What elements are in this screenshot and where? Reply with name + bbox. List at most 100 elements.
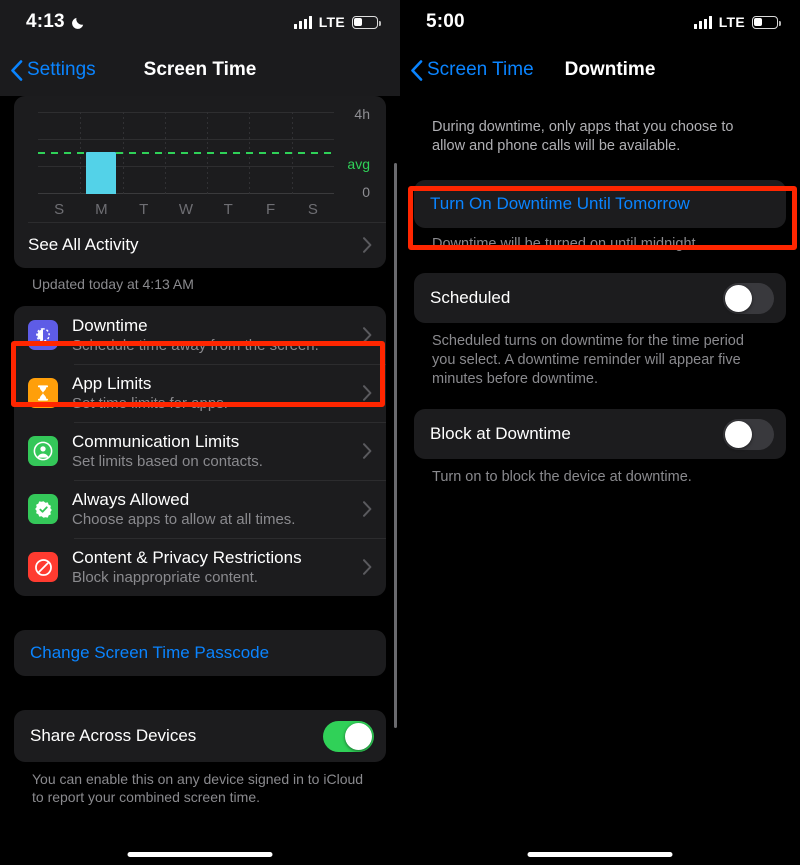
chart-baseline [38, 193, 334, 194]
block-at-downtime-label: Block at Downtime [430, 424, 571, 443]
prohibition-icon [28, 552, 58, 582]
chart-plot-area [38, 112, 334, 194]
row-text: Content & Privacy Restrictions Block ina… [72, 547, 363, 587]
chevron-left-icon [410, 59, 423, 81]
right-scroll-content[interactable]: During downtime, only apps that you choo… [400, 96, 800, 487]
scheduled-toggle[interactable] [723, 282, 774, 314]
chevron-left-icon [10, 59, 23, 81]
cellular-signal-icon [693, 15, 712, 29]
settings-row-title: Communication Limits [72, 432, 240, 451]
back-to-settings-button[interactable]: Settings [0, 59, 96, 81]
chart-ytick-min: 0 [362, 184, 370, 200]
block-at-downtime-toggle[interactable] [723, 418, 774, 450]
settings-row-subtitle: Set time limits for apps. [72, 395, 228, 412]
downtime-moon-icon [28, 320, 58, 350]
chart-xtick: M [95, 201, 108, 218]
battery-low-icon [352, 15, 381, 29]
share-across-devices-row: Share Across Devices [14, 710, 386, 762]
chevron-right-icon [363, 559, 372, 575]
chart-xtick: W [178, 201, 194, 218]
home-indicator [527, 852, 673, 857]
chart-xtick: T [139, 201, 149, 218]
share-across-devices-card: Share Across Devices [14, 710, 386, 762]
chevron-right-icon [363, 327, 372, 343]
battery-low-icon [752, 15, 781, 29]
left-scroll-content[interactable]: 4h 0 avg S M T W T F S See All Activity [0, 96, 400, 806]
settings-row-title: Always Allowed [72, 490, 190, 509]
checkmark-seal-icon [28, 494, 58, 524]
change-passcode-card: Change Screen Time Passcode [14, 630, 386, 676]
status-bar-time: 5:00 [426, 11, 465, 32]
chart-ytick-max: 4h [354, 106, 370, 122]
chevron-right-icon [363, 385, 372, 401]
right-nav-bar: Screen Time Downtime [400, 44, 800, 96]
share-across-devices-label: Share Across Devices [30, 726, 197, 745]
left-phone-screen: 4:13 LTE Settings Screen Time 4h 0 avg S… [0, 0, 400, 865]
vertical-scrollbar[interactable] [394, 163, 397, 728]
person-circle-icon [28, 436, 58, 466]
settings-row-subtitle: Schedule time away from the screen. [72, 337, 319, 354]
chart-xtick: F [265, 201, 276, 218]
turn-on-downtime-button[interactable]: Turn On Downtime Until Tomorrow [414, 180, 786, 228]
right-phone-screen: 5:00 LTE Screen Time Downtime During dow… [400, 0, 800, 865]
chart-xtick: T [223, 201, 233, 218]
see-all-activity-label: See All Activity [28, 235, 139, 254]
left-status-bar: 4:13 LTE [0, 0, 400, 44]
left-nav-bar: Settings Screen Time [0, 44, 400, 96]
home-indicator [127, 852, 273, 857]
scheduled-row: Scheduled [414, 273, 786, 323]
carrier-label: LTE [718, 14, 745, 30]
cellular-signal-icon [293, 15, 312, 29]
back-to-screen-time-button[interactable]: Screen Time [400, 59, 534, 81]
settings-row-subtitle: Choose apps to allow at all times. [72, 511, 296, 528]
screen-time-bar-chart: 4h 0 avg S M T W T F S [24, 104, 376, 222]
downtime-intro-text: During downtime, only apps that you choo… [432, 119, 734, 154]
scheduled-label: Scheduled [430, 288, 511, 307]
share-across-devices-toggle[interactable] [323, 720, 374, 752]
change-passcode-label: Change Screen Time Passcode [30, 643, 270, 662]
chart-xtick: S [307, 201, 318, 218]
status-bar-time: 4:13 [26, 11, 65, 32]
screen-time-features-card: Downtime Schedule time away from the scr… [14, 306, 386, 596]
hourglass-icon [28, 378, 58, 408]
settings-row-always-allowed[interactable]: Always Allowed Choose apps to allow at a… [14, 480, 386, 538]
chart-bar-monday [85, 151, 116, 194]
back-button-label: Screen Time [427, 59, 534, 80]
see-all-activity-row[interactable]: See All Activity [14, 222, 386, 268]
updated-note: Updated today at 4:13 AM [32, 276, 194, 292]
chart-x-axis-labels: S M T W T F S [38, 201, 334, 218]
block-at-downtime-footnote: Turn on to block the device at downtime. [432, 469, 692, 485]
average-line [38, 151, 334, 154]
status-bar-right: LTE [693, 14, 781, 30]
settings-row-title: App Limits [72, 374, 152, 393]
settings-row-subtitle: Block inappropriate content. [72, 569, 258, 586]
row-text: App Limits Set time limits for apps. [72, 373, 363, 413]
settings-row-app-limits[interactable]: App Limits Set time limits for apps. [14, 364, 386, 422]
row-text: Communication Limits Set limits based on… [72, 431, 363, 471]
settings-row-communication-limits[interactable]: Communication Limits Set limits based on… [14, 422, 386, 480]
chevron-right-icon [363, 237, 372, 253]
row-text: Downtime Schedule time away from the scr… [72, 315, 363, 355]
chart-xtick: S [54, 201, 65, 218]
turn-on-downtime-label: Turn On Downtime Until Tomorrow [430, 194, 690, 213]
status-bar-left: 4:13 [26, 11, 86, 33]
chevron-right-icon [363, 501, 372, 517]
settings-row-title: Downtime [72, 316, 148, 335]
crescent-moon-icon [71, 15, 86, 30]
settings-row-title: Content & Privacy Restrictions [72, 548, 302, 567]
block-at-downtime-row: Block at Downtime [414, 409, 786, 459]
share-across-devices-footnote: You can enable this on any device signed… [32, 771, 364, 805]
activity-chart-card: 4h 0 avg S M T W T F S See All Activity [14, 96, 386, 268]
turn-on-downtime-footnote: Downtime will be turned on until midnigh… [432, 236, 700, 252]
dual-phone-screenshot: 4:13 LTE Settings Screen Time 4h 0 avg S… [0, 0, 800, 865]
back-button-label: Settings [27, 59, 96, 80]
status-bar-left: 5:00 [426, 11, 465, 33]
settings-row-downtime[interactable]: Downtime Schedule time away from the scr… [14, 306, 386, 364]
settings-row-content-privacy[interactable]: Content & Privacy Restrictions Block ina… [14, 538, 386, 596]
change-screen-time-passcode-button[interactable]: Change Screen Time Passcode [14, 630, 386, 676]
status-bar-right: LTE [293, 14, 381, 30]
right-status-bar: 5:00 LTE [400, 0, 800, 44]
chart-avg-label: avg [347, 156, 370, 172]
settings-row-subtitle: Set limits based on contacts. [72, 453, 263, 470]
row-text: Always Allowed Choose apps to allow at a… [72, 489, 363, 529]
